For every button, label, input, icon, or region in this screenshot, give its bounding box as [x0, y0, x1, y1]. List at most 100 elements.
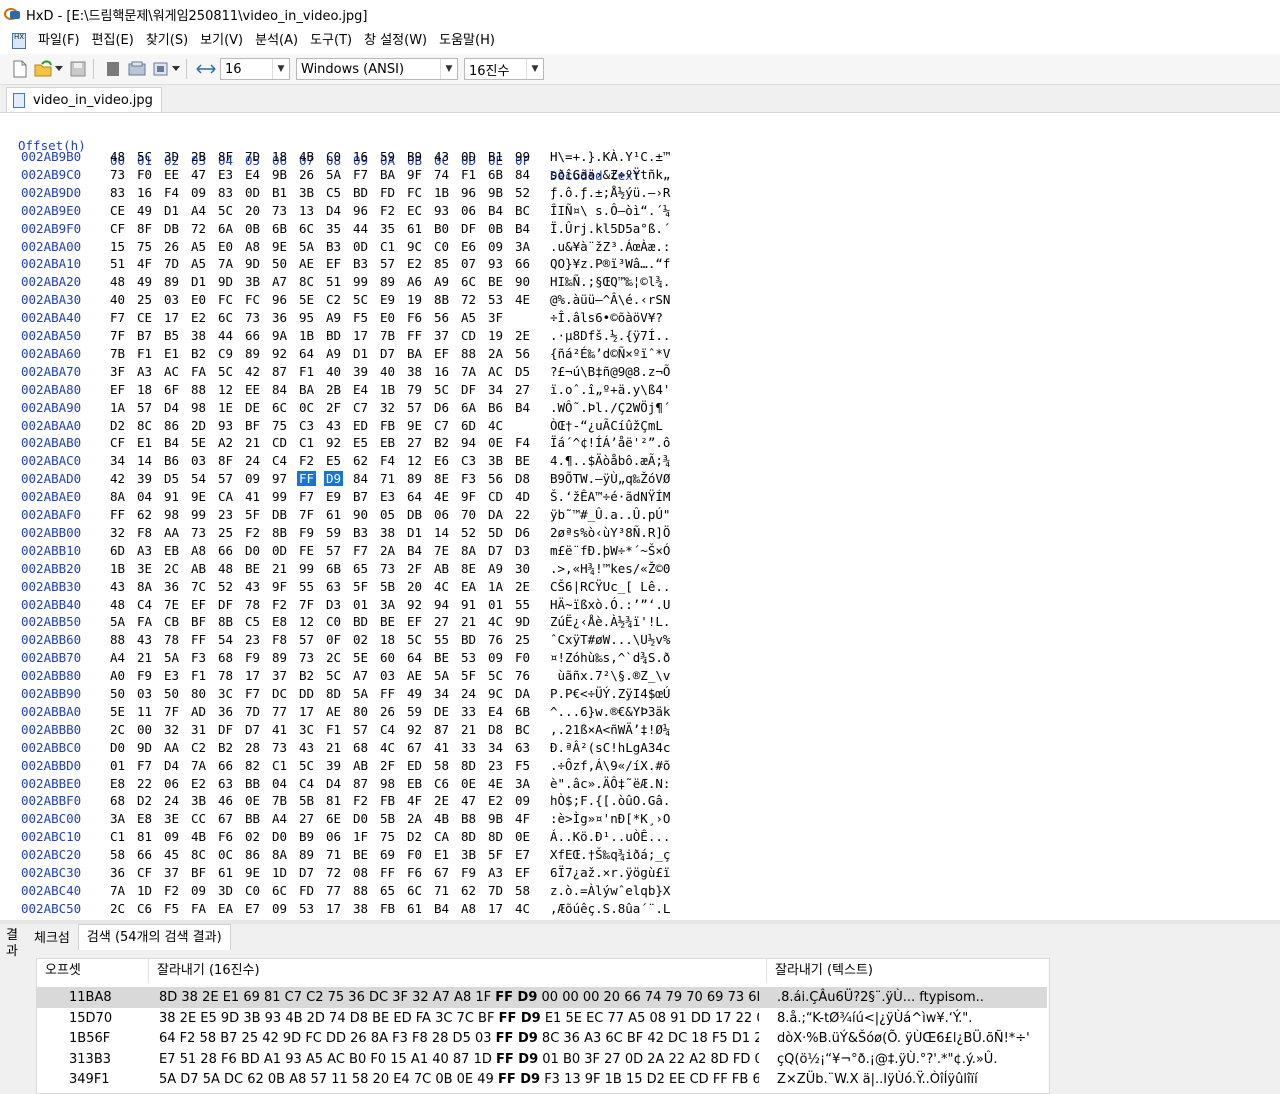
hex-byte[interactable]: 7A	[461, 364, 476, 379]
hex-byte[interactable]: 49	[407, 686, 422, 701]
hex-byte[interactable]: 40	[326, 364, 341, 379]
decoded-text[interactable]: ZúË¿‹Åè.À½¾ï'!L.	[550, 614, 670, 629]
hex-byte[interactable]: 6C	[461, 274, 476, 289]
hex-byte[interactable]: 6B	[515, 704, 530, 719]
hex-byte[interactable]: CD	[461, 328, 476, 343]
hex-byte[interactable]: 0D	[353, 239, 368, 254]
hex-byte[interactable]: 84	[515, 167, 530, 182]
hex-byte[interactable]: 8B	[218, 614, 233, 629]
hex-byte[interactable]: C3	[461, 453, 476, 468]
hex-byte[interactable]: 57	[353, 722, 368, 737]
menu-help[interactable]: 도움말(H)	[433, 28, 501, 54]
hex-byte[interactable]: 23	[218, 507, 233, 522]
hex-byte[interactable]: 5F	[245, 507, 260, 522]
hex-byte[interactable]: 58	[110, 847, 125, 862]
hex-byte[interactable]: 6A	[218, 221, 233, 236]
hex-byte[interactable]: DE	[245, 400, 260, 415]
hex-byte[interactable]: 9E	[407, 418, 422, 433]
hex-byte[interactable]: B4	[515, 221, 530, 236]
hex-byte[interactable]: 67	[434, 865, 449, 880]
decoded-text[interactable]: Ï.Ûrj.kl5D5a°ß.´	[550, 221, 670, 236]
hex-byte[interactable]: 12	[218, 382, 233, 397]
hex-byte[interactable]: 99	[353, 274, 368, 289]
hex-byte[interactable]: 39	[326, 758, 341, 773]
hex-byte[interactable]: 3C	[299, 722, 314, 737]
hex-byte[interactable]: 3E	[164, 811, 179, 826]
hex-byte[interactable]: 5C	[353, 292, 368, 307]
hex-byte[interactable]: E9	[380, 292, 395, 307]
hex-byte[interactable]: E5	[353, 435, 368, 450]
hex-byte[interactable]: D5	[515, 364, 530, 379]
hex-byte[interactable]: F1	[191, 668, 206, 683]
hex-byte[interactable]: 88	[353, 883, 368, 898]
hex-byte[interactable]: 71	[434, 883, 449, 898]
hex-byte[interactable]: 34	[434, 686, 449, 701]
hex-byte[interactable]: 07	[461, 256, 476, 271]
hex-byte[interactable]: A9	[326, 346, 341, 361]
hex-byte[interactable]: 83	[218, 185, 233, 200]
hex-byte[interactable]: 8D	[488, 829, 503, 844]
hex-byte[interactable]: 18	[272, 149, 287, 164]
search-result-row[interactable]: 11BA8 8D 38 2E E1 69 81 C7 C2 75 36 DC 3F…	[37, 987, 1047, 1008]
hex-byte[interactable]: 24	[164, 793, 179, 808]
hex-byte[interactable]: 43	[245, 579, 260, 594]
hex-byte[interactable]: C1	[272, 758, 287, 773]
hex-byte[interactable]: 65	[353, 561, 368, 576]
hex-byte[interactable]: 03	[191, 453, 206, 468]
hex-byte[interactable]: 34	[110, 453, 125, 468]
hex-byte[interactable]: 0E	[461, 776, 476, 791]
hex-byte[interactable]: EE	[245, 382, 260, 397]
hex-byte[interactable]: 5C	[137, 149, 152, 164]
hex-byte[interactable]: 17	[326, 901, 341, 916]
hex-byte[interactable]: 5C	[488, 668, 503, 683]
hex-byte[interactable]: 5F	[353, 579, 368, 594]
hex-byte[interactable]: 34	[488, 382, 503, 397]
hex-byte[interactable]: 73	[110, 167, 125, 182]
hex-byte[interactable]: F9	[245, 650, 260, 665]
hex-row[interactable]: 002ABB20 1B 3E 2C AB 48 BE 21 99 6B 65 73 2F AB 8E A9 30…	[0, 561, 1280, 579]
hex-byte[interactable]: 18	[380, 632, 395, 647]
hex-byte[interactable]: F8	[137, 525, 152, 540]
hex-byte[interactable]: 17	[164, 310, 179, 325]
search-result-row[interactable]: 349F1 5A D7 5A DC 62 0B A8 57 11 58 20 E4…	[37, 1069, 1047, 1090]
hex-byte[interactable]: E2	[191, 776, 206, 791]
hex-byte[interactable]: 53	[461, 650, 476, 665]
hex-byte[interactable]: 9F	[461, 489, 476, 504]
hex-byte[interactable]: 94	[434, 597, 449, 612]
hex-byte[interactable]: F6	[218, 829, 233, 844]
hex-byte[interactable]: 8A	[461, 543, 476, 558]
hex-byte[interactable]: 83	[110, 185, 125, 200]
document-menu-icon[interactable]: HX	[12, 33, 26, 49]
hex-byte[interactable]: 40	[110, 292, 125, 307]
hex-byte[interactable]: 24	[461, 686, 476, 701]
hex-byte[interactable]: B2	[434, 435, 449, 450]
hex-row[interactable]: 002ABBC0 D0 9D AA C2 B2 28 73 43 21 68 4C 67 41 33 34 63…	[0, 740, 1280, 758]
hex-byte[interactable]: EF	[191, 597, 206, 612]
hex-byte[interactable]: 56	[434, 310, 449, 325]
hex-byte[interactable]: 04	[137, 489, 152, 504]
hex-byte[interactable]: F5	[515, 758, 530, 773]
hex-byte[interactable]: C1	[380, 239, 395, 254]
hex-byte[interactable]: 8F	[137, 221, 152, 236]
decoded-text[interactable]: Ð.ªÂ²(sC!hLgA34c	[550, 740, 670, 755]
hex-row[interactable]: 002ABB10 6D A3 EB A8 66 D0 0D FE 57 F7 2A B4 7E 8A D7 D3…	[0, 543, 1280, 561]
hex-byte[interactable]: 7E	[434, 543, 449, 558]
hex-byte[interactable]: F2	[353, 793, 368, 808]
hex-byte[interactable]: A3	[137, 543, 152, 558]
hex-byte[interactable]: 93	[488, 256, 503, 271]
hex-byte[interactable]: 8C	[191, 847, 206, 862]
hex-row[interactable]: 002ABC00 3A E8 3E CC 67 BB A4 27 6E D0 5B 2A 4B B8 9B 4F…	[0, 811, 1280, 829]
menu-edit[interactable]: 편집(E)	[86, 28, 140, 54]
hex-byte[interactable]: 12	[407, 453, 422, 468]
hex-byte[interactable]: 98	[380, 776, 395, 791]
hex-byte[interactable]: 88	[110, 632, 125, 647]
hex-byte[interactable]: B7	[137, 328, 152, 343]
hex-byte[interactable]: B4	[488, 203, 503, 218]
hex-byte[interactable]: 11	[137, 704, 152, 719]
hex-byte[interactable]: 38	[353, 901, 368, 916]
hex-byte[interactable]: B0	[434, 221, 449, 236]
hex-byte[interactable]: 23	[488, 758, 503, 773]
decoded-text[interactable]: ,.21ß×A<ñWÄ’‡!Ø¼	[550, 722, 670, 737]
hex-byte[interactable]: 09	[191, 883, 206, 898]
hex-byte[interactable]: F1	[137, 346, 152, 361]
